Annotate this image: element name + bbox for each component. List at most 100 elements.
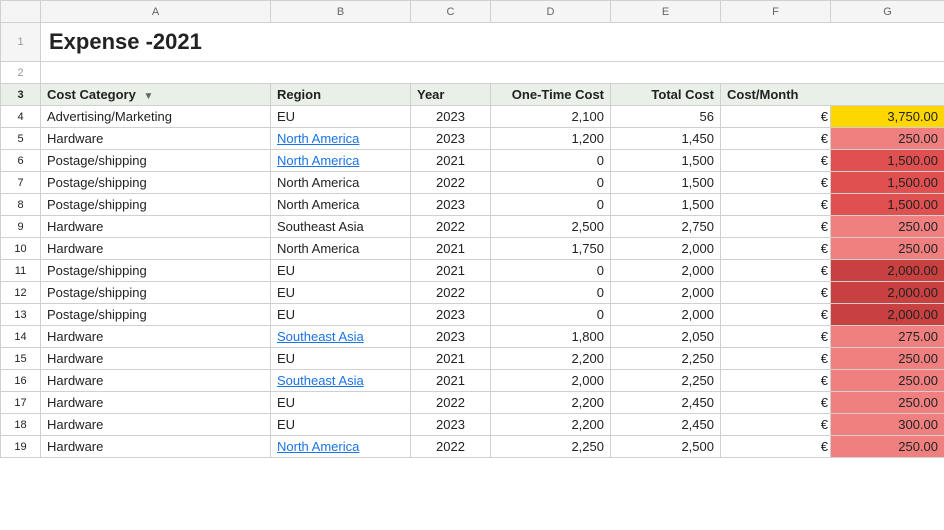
cell-cost-month: 250.00 <box>831 348 944 370</box>
cell-region[interactable]: North America <box>271 150 411 172</box>
region-text: EU <box>277 351 295 366</box>
corner-cell <box>1 1 41 23</box>
cell-cost-month: 1,500.00 <box>831 194 944 216</box>
col-header-e: E <box>611 1 721 23</box>
row-num-5: 5 <box>1 128 41 150</box>
col-header-g: G <box>831 1 944 23</box>
cell-one-time-cost: 0 <box>491 194 611 216</box>
row-num-15: 15 <box>1 348 41 370</box>
cell-region: Southeast Asia <box>271 216 411 238</box>
cell-cost-month: 3,750.00 <box>831 106 944 128</box>
row-num-10: 10 <box>1 238 41 260</box>
cell-cost-month: 250.00 <box>831 238 944 260</box>
table-row: 4 Advertising/Marketing EU 2023 2,100 56… <box>1 106 944 128</box>
region-link[interactable]: Southeast Asia <box>277 329 364 344</box>
region-link[interactable]: North America <box>277 153 359 168</box>
col-header-b: B <box>271 1 411 23</box>
cell-cost-month: 300.00 <box>831 414 944 436</box>
spreadsheet: A B C D E F G 1 Expense -2021 2 3 <box>0 0 944 530</box>
cell-euro-symbol: € <box>721 414 831 436</box>
row-num-14: 14 <box>1 326 41 348</box>
spreadsheet-title: Expense -2021 <box>41 23 944 62</box>
cell-category: Postage/shipping <box>41 172 271 194</box>
cell-one-time-cost: 2,000 <box>491 370 611 392</box>
cell-euro-symbol: € <box>721 106 831 128</box>
cell-year: 2021 <box>411 348 491 370</box>
col-header-c: C <box>411 1 491 23</box>
table-row: 17 Hardware EU 2022 2,200 2,450 € 250.00 <box>1 392 944 414</box>
region-link[interactable]: North America <box>277 439 359 454</box>
cell-year: 2022 <box>411 436 491 458</box>
header-one-time-cost: One-Time Cost <box>491 84 611 106</box>
cell-one-time-cost: 2,100 <box>491 106 611 128</box>
cell-one-time-cost: 2,500 <box>491 216 611 238</box>
cell-category: Postage/shipping <box>41 304 271 326</box>
cell-category: Hardware <box>41 436 271 458</box>
cell-region[interactable]: Southeast Asia <box>271 370 411 392</box>
region-link[interactable]: North America <box>277 131 359 146</box>
cell-region: North America <box>271 172 411 194</box>
cell-region[interactable]: Southeast Asia <box>271 326 411 348</box>
region-text: EU <box>277 285 295 300</box>
cell-category: Postage/shipping <box>41 282 271 304</box>
row-num-11: 11 <box>1 260 41 282</box>
cell-region: EU <box>271 392 411 414</box>
header-cost-category[interactable]: Cost Category ▼ <box>41 84 271 106</box>
cell-euro-symbol: € <box>721 436 831 458</box>
cell-euro-symbol: € <box>721 238 831 260</box>
cell-region: EU <box>271 106 411 128</box>
cell-total-cost: 2,000 <box>611 260 721 282</box>
table-row: 18 Hardware EU 2023 2,200 2,450 € 300.00 <box>1 414 944 436</box>
row-num-4: 4 <box>1 106 41 128</box>
row-num-2: 2 <box>1 62 41 84</box>
cell-year: 2022 <box>411 216 491 238</box>
cell-total-cost: 2,250 <box>611 370 721 392</box>
region-text: North America <box>277 197 359 212</box>
region-text: EU <box>277 109 295 124</box>
row-num-17: 17 <box>1 392 41 414</box>
cell-year: 2022 <box>411 392 491 414</box>
cell-euro-symbol: € <box>721 194 831 216</box>
region-link[interactable]: Southeast Asia <box>277 373 364 388</box>
cell-one-time-cost: 2,200 <box>491 414 611 436</box>
cell-year: 2023 <box>411 304 491 326</box>
cell-year: 2021 <box>411 238 491 260</box>
cell-region[interactable]: North America <box>271 436 411 458</box>
header-cost-month: Cost/Month <box>721 84 944 106</box>
cell-year: 2023 <box>411 414 491 436</box>
region-text: Southeast Asia <box>277 219 364 234</box>
cell-euro-symbol: € <box>721 348 831 370</box>
cell-year: 2023 <box>411 128 491 150</box>
cell-year: 2023 <box>411 326 491 348</box>
cell-cost-month: 250.00 <box>831 370 944 392</box>
cell-region: EU <box>271 414 411 436</box>
cell-euro-symbol: € <box>721 216 831 238</box>
row-num-7: 7 <box>1 172 41 194</box>
filter-icon[interactable]: ▼ <box>143 91 153 102</box>
cell-total-cost: 2,450 <box>611 414 721 436</box>
table-row: 9 Hardware Southeast Asia 2022 2,500 2,7… <box>1 216 944 238</box>
header-total-cost: Total Cost <box>611 84 721 106</box>
col-header-f: F <box>721 1 831 23</box>
table-row: 16 Hardware Southeast Asia 2021 2,000 2,… <box>1 370 944 392</box>
cell-cost-month: 275.00 <box>831 326 944 348</box>
table-row: 12 Postage/shipping EU 2022 0 2,000 € 2,… <box>1 282 944 304</box>
cell-total-cost: 2,250 <box>611 348 721 370</box>
cell-cost-month: 250.00 <box>831 216 944 238</box>
region-text: EU <box>277 263 295 278</box>
cell-euro-symbol: € <box>721 392 831 414</box>
cell-region[interactable]: North America <box>271 128 411 150</box>
cell-region: EU <box>271 282 411 304</box>
cell-year: 2023 <box>411 106 491 128</box>
cell-cost-month: 250.00 <box>831 436 944 458</box>
row-num-3: 3 <box>1 84 41 106</box>
cell-euro-symbol: € <box>721 282 831 304</box>
header-year: Year <box>411 84 491 106</box>
table-row: 13 Postage/shipping EU 2023 0 2,000 € 2,… <box>1 304 944 326</box>
cell-region: EU <box>271 348 411 370</box>
empty-row-2: 2 <box>1 62 944 84</box>
table-row: 10 Hardware North America 2021 1,750 2,0… <box>1 238 944 260</box>
cell-total-cost: 1,500 <box>611 172 721 194</box>
cell-one-time-cost: 0 <box>491 282 611 304</box>
cell-euro-symbol: € <box>721 128 831 150</box>
